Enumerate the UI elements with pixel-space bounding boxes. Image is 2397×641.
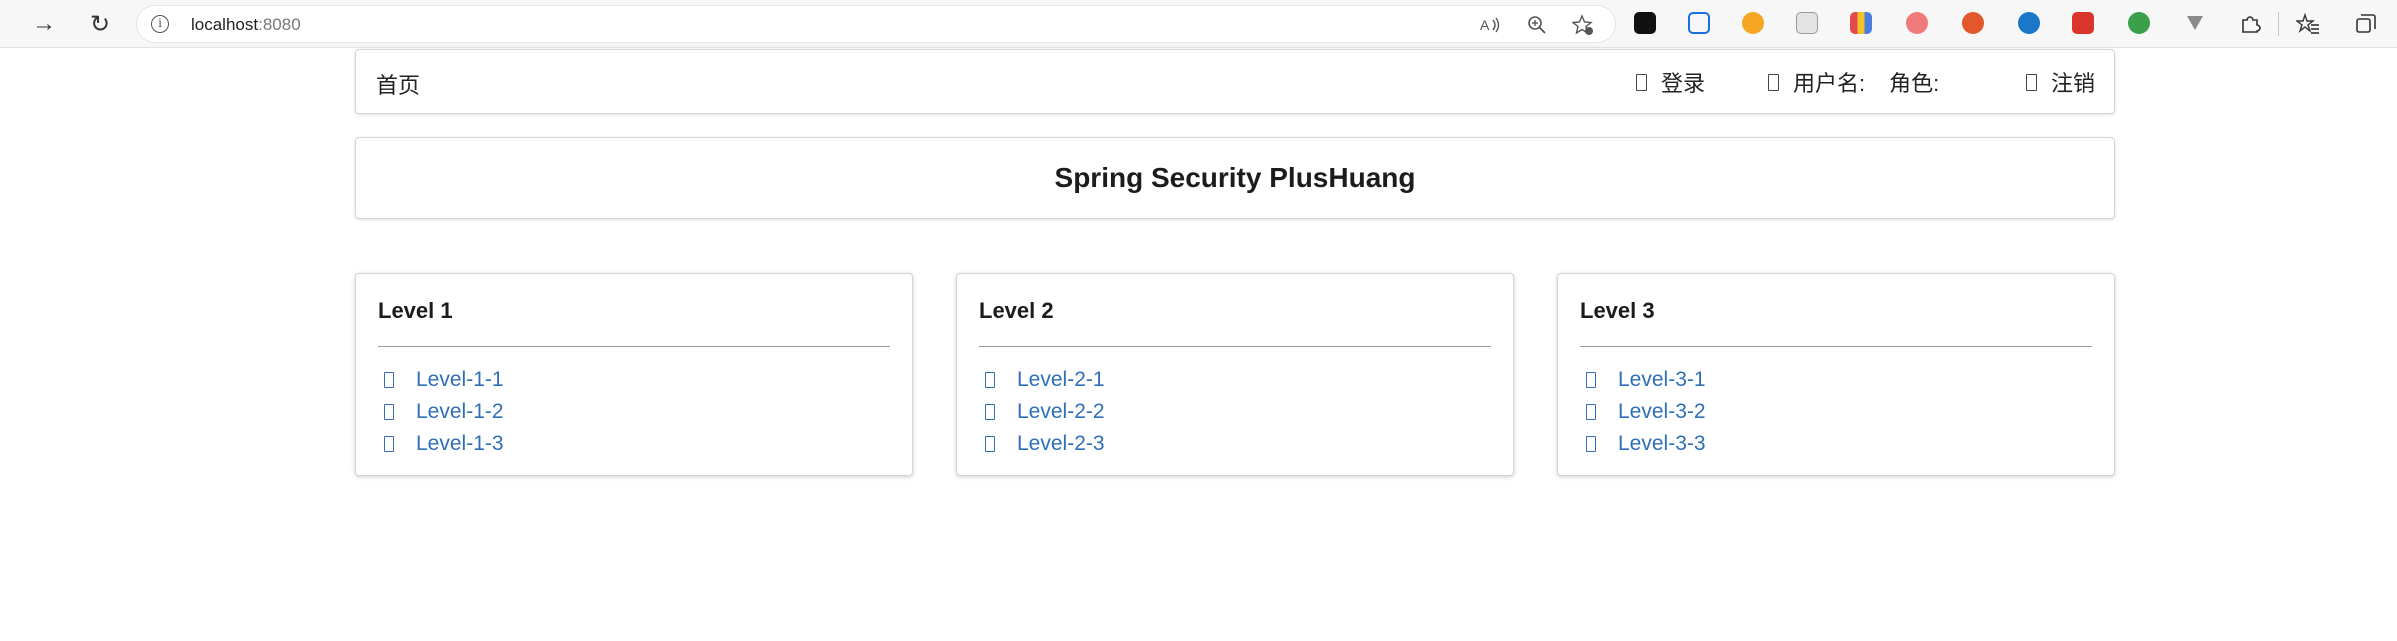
level-link[interactable]: Level-3-2: [1618, 400, 1706, 424]
ext-orange-icon[interactable]: [1742, 12, 1764, 34]
browser-toolbar: → ↻ i localhost:8080 A: [0, 0, 2397, 48]
logout-link[interactable]: 注销: [2026, 66, 2095, 98]
link-icon: [985, 372, 995, 388]
level-link[interactable]: Level-1-2: [416, 400, 504, 424]
list-item: Level-2-3: [985, 428, 1105, 460]
forward-arrow-icon[interactable]: →: [26, 6, 62, 42]
level-link[interactable]: Level-2-2: [1017, 400, 1105, 424]
link-list: Level-1-1 Level-1-2 Level-1-3: [384, 364, 504, 460]
list-item: Level-3-2: [1586, 396, 1706, 428]
list-item: Level-1-3: [384, 428, 504, 460]
link-list: Level-3-1 Level-3-2 Level-3-3: [1586, 364, 1706, 460]
card-divider: [378, 346, 890, 347]
level-card-3: Level 3 Level-3-1 Level-3-2 Level-3-3: [1557, 273, 2115, 476]
card-divider: [979, 346, 1491, 347]
list-item: Level-2-2: [985, 396, 1105, 428]
collections-icon[interactable]: [2352, 10, 2380, 38]
level-link[interactable]: Level-2-1: [1017, 368, 1105, 392]
link-list: Level-2-1 Level-2-2 Level-2-3: [985, 364, 1105, 460]
level-link[interactable]: Level-2-3: [1017, 432, 1105, 456]
ext-grid-icon[interactable]: [1850, 12, 1872, 34]
url-host: localhost: [191, 15, 259, 34]
ext-todo-icon[interactable]: [2072, 12, 2094, 34]
list-item: Level-1-2: [384, 396, 504, 428]
level-card-1: Level 1 Level-1-1 Level-1-2 Level-1-3: [355, 273, 913, 476]
card-title: Level 2: [979, 298, 1054, 323]
extensions-puzzle-icon[interactable]: [2236, 10, 2264, 38]
link-icon: [384, 404, 394, 420]
ext-black-icon[interactable]: [1634, 12, 1656, 34]
url-port: :8080: [258, 15, 301, 34]
level-card-2: Level 2 Level-2-1 Level-2-2 Level-2-3: [956, 273, 1514, 476]
link-icon: [1586, 372, 1596, 388]
login-label: 登录: [1661, 71, 1706, 96]
list-item: Level-2-1: [985, 364, 1105, 396]
address-bar[interactable]: i localhost:8080 A: [136, 5, 1616, 43]
link-icon: [1586, 404, 1596, 420]
site-info-icon[interactable]: i: [151, 15, 169, 33]
reload-icon[interactable]: ↻: [82, 6, 118, 42]
ext-pink-icon[interactable]: [1906, 12, 1928, 34]
ext-v-icon[interactable]: [2184, 12, 2206, 34]
favorites-list-icon[interactable]: [2294, 10, 2322, 38]
link-icon: [1586, 436, 1596, 452]
card-title: Level 3: [1580, 298, 1655, 323]
toolbar-separator: [2278, 12, 2279, 36]
ext-doc-icon[interactable]: [1796, 12, 1818, 34]
logout-icon: [2026, 73, 2037, 91]
svg-text:A: A: [1480, 17, 1490, 33]
list-item: Level-3-3: [1586, 428, 1706, 460]
username-label: 用户名:: [1793, 71, 1866, 96]
read-aloud-icon[interactable]: A: [1479, 14, 1503, 36]
list-item: Level-3-1: [1586, 364, 1706, 396]
level-link[interactable]: Level-3-3: [1618, 432, 1706, 456]
ext-cloud-icon[interactable]: [2018, 12, 2040, 34]
level-link[interactable]: Level-1-1: [416, 368, 504, 392]
ext-globe-icon[interactable]: [2128, 12, 2150, 34]
link-icon: [384, 436, 394, 452]
ext-crop-icon[interactable]: [1688, 12, 1710, 34]
login-link[interactable]: 登录: [1636, 66, 1705, 98]
home-link[interactable]: 首页: [376, 68, 420, 100]
level-link[interactable]: Level-1-3: [416, 432, 504, 456]
logout-label: 注销: [2051, 71, 2096, 96]
level-link[interactable]: Level-3-1: [1618, 368, 1706, 392]
role-label: 角色:: [1889, 71, 1940, 96]
user-icon: [1768, 73, 1779, 91]
page-title: Spring Security PlusHuang: [1054, 162, 1416, 193]
zoom-icon[interactable]: [1525, 14, 1549, 36]
login-icon: [1636, 73, 1647, 91]
link-icon: [985, 436, 995, 452]
link-icon: [384, 372, 394, 388]
top-menu: 首页 登录 用户名: 角色: 注销: [355, 49, 2115, 114]
header-segment: Spring Security PlusHuang: [355, 137, 2115, 219]
url-text[interactable]: localhost:8080: [191, 15, 301, 35]
favorite-icon[interactable]: [1571, 14, 1595, 36]
user-info: 用户名: 角色:: [1768, 66, 1939, 98]
card-title: Level 1: [378, 298, 453, 323]
link-icon: [985, 404, 995, 420]
card-divider: [1580, 346, 2092, 347]
list-item: Level-1-1: [384, 364, 504, 396]
ext-paint-icon[interactable]: [1962, 12, 1984, 34]
